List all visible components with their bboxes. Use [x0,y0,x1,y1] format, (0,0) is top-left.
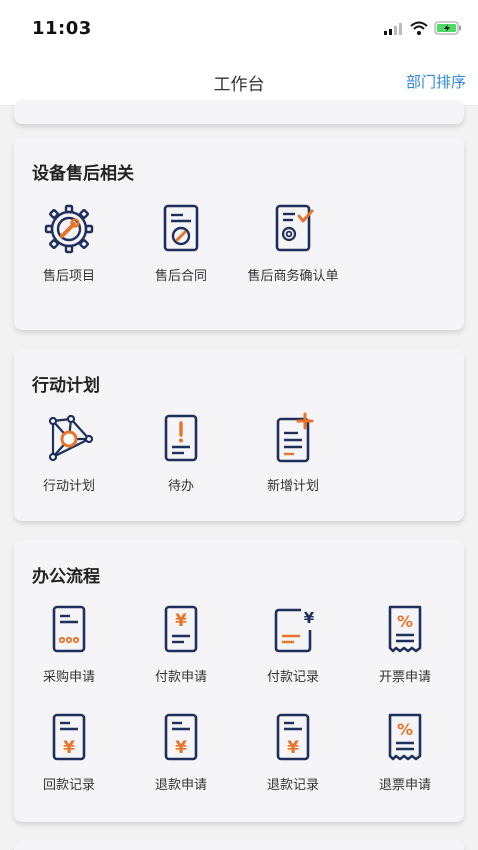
menu-item-label: 付款申请 [154,670,207,685]
menu-item-todo[interactable]: 待办 [127,411,235,497]
menu-item-invoice-request[interactable]: % 开票申请 [351,602,459,688]
section-card-after-sales: 设备售后相关 售后项目 售后合同 售后商务确认单 [14,137,464,330]
menu-item-label: 售后商务确认单 [247,269,339,284]
svg-text:¥: ¥ [304,609,315,627]
payment-record-icon: ¥ [239,602,347,662]
menu-item-action-plan[interactable]: 行动计划 [15,411,123,497]
menu-item-label: 采购申请 [42,670,95,685]
section-card-office-process: 办公流程 采购申请 ¥ 付款申请 ¥ 付款记录 % 开票申请 ¥ 回款记录 ¥ … [14,540,464,822]
contract-document-icon [127,201,235,261]
section-title: 设备售后相关 [32,164,134,184]
menu-item-refund-record[interactable]: ¥ 退款记录 [239,710,347,796]
menu-item-payment-request[interactable]: ¥ 付款申请 [127,602,235,688]
menu-item-label: 待办 [167,479,194,494]
svg-text:¥: ¥ [287,738,299,758]
previous-section-card [14,100,464,124]
menu-item-label: 售后合同 [154,269,207,284]
menu-item-label: 付款记录 [266,670,319,685]
svg-text:%: % [397,612,413,631]
section-title: 行动计划 [32,376,100,396]
payment-document-icon: ¥ [127,602,235,662]
svg-text:¥: ¥ [63,738,75,758]
add-plan-icon [239,411,347,471]
menu-item-label: 新增计划 [266,479,319,494]
menu-item-label: 退款申请 [154,778,207,793]
svg-text:¥: ¥ [175,738,187,758]
menu-item-purchase-request[interactable]: 采购申请 [15,602,123,688]
section-card-action-plan: 行动计划 行动计划 待办 新增计划 [14,349,464,521]
section-title: 办公流程 [32,567,100,587]
menu-item-label: 行动计划 [42,479,95,494]
status-bar: 11:03 [0,0,478,58]
menu-item-after-sales-contract[interactable]: 售后合同 [127,201,235,287]
next-section-card [14,840,464,850]
menu-item-label: 开票申请 [378,670,431,685]
network-icon [15,411,123,471]
refund-record-icon: ¥ [15,710,123,770]
purchase-document-icon [15,602,123,662]
status-icons [384,20,462,39]
menu-item-after-sales-project[interactable]: 售后项目 [15,201,123,287]
svg-text:%: % [397,720,413,739]
menu-item-label: 退票申请 [378,778,431,793]
svg-text:¥: ¥ [175,611,187,631]
confirm-document-icon [239,201,347,261]
menu-item-payment-record[interactable]: ¥ 付款记录 [239,602,347,688]
todo-document-icon [127,411,235,471]
invoice-receipt-icon: % [351,710,459,770]
invoice-receipt-icon: % [351,602,459,662]
department-sort-button[interactable]: 部门排序 [406,71,466,92]
refund-document-icon: ¥ [127,710,235,770]
gear-wrench-icon [15,201,123,261]
battery-icon [434,20,462,39]
status-time: 11:03 [32,18,92,39]
menu-item-label: 售后项目 [42,269,95,284]
menu-item-collection-record[interactable]: ¥ 回款记录 [15,710,123,796]
menu-item-refund-request[interactable]: ¥ 退款申请 [127,710,235,796]
menu-item-label: 回款记录 [42,778,95,793]
nav-bar: 工作台 部门排序 [0,58,478,106]
menu-item-after-sales-confirm[interactable]: 售后商务确认单 [239,201,347,287]
menu-item-invoice-return-request[interactable]: % 退票申请 [351,710,459,796]
signal-icon [384,20,404,39]
wifi-icon [410,20,428,39]
menu-item-add-plan[interactable]: 新增计划 [239,411,347,497]
menu-item-label: 退款记录 [266,778,319,793]
refund-record-icon: ¥ [239,710,347,770]
